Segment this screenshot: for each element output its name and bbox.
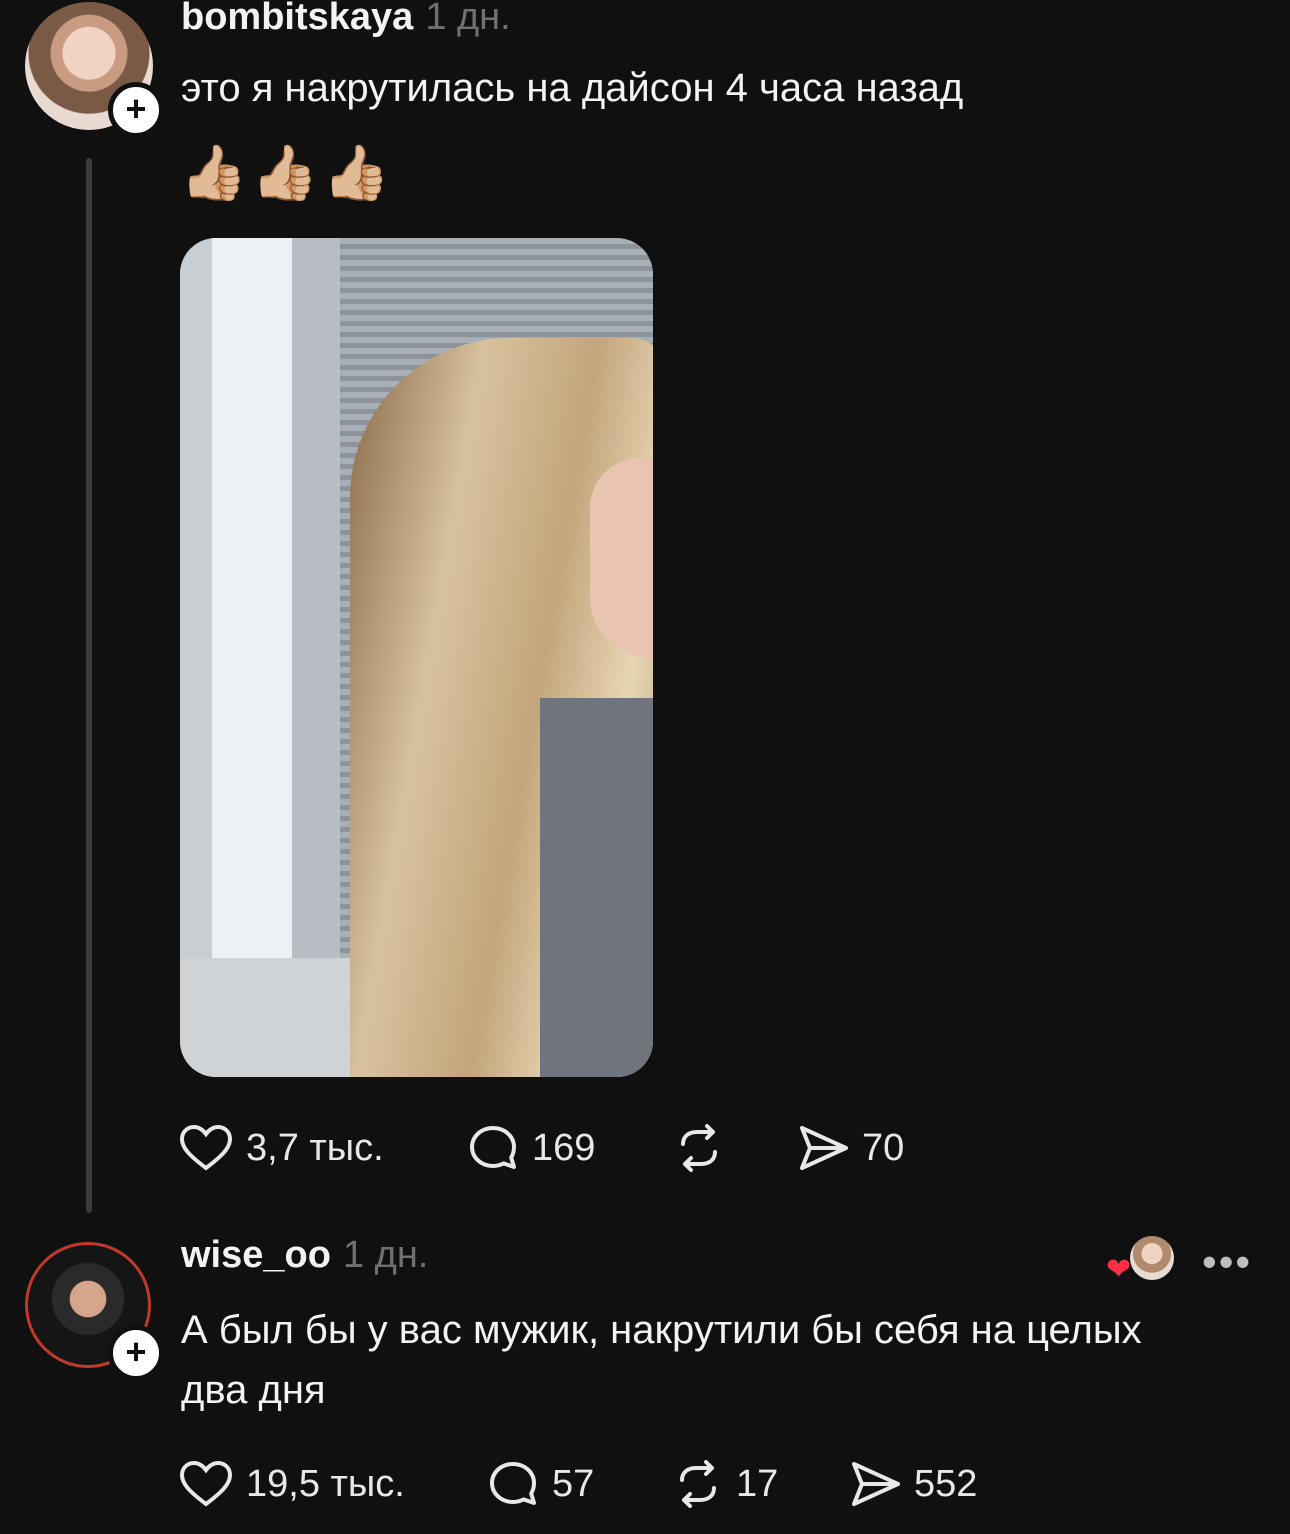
post-photo[interactable] — [180, 238, 653, 1077]
share-button[interactable]: 552 — [850, 1460, 977, 1508]
comment-button[interactable]: 169 — [468, 1124, 673, 1172]
timestamp: 1 дн. — [342, 1234, 429, 1276]
send-icon — [852, 1462, 900, 1506]
share-count: 552 — [914, 1462, 978, 1505]
share-button[interactable]: 70 — [798, 1124, 904, 1172]
more-options-icon[interactable]: ••• — [1202, 1238, 1252, 1286]
author-liked-avatar — [1130, 1236, 1174, 1280]
post-header: bombitskaya 1 дн. — [181, 0, 511, 39]
follow-plus-icon[interactable]: + — [108, 1325, 164, 1381]
username[interactable]: bombitskaya — [181, 0, 413, 38]
reply-actions: 19,5 тыс. 57 17 552 — [180, 1456, 977, 1512]
like-button[interactable]: 3,7 тыс. — [180, 1124, 468, 1172]
timestamp: 1 дн. — [425, 0, 511, 38]
photo-shirt — [540, 698, 653, 1077]
heart-icon — [180, 1460, 232, 1507]
reply-text: А был бы у вас мужик, накрутили бы себя … — [181, 1308, 1142, 1412]
repost-button[interactable]: 17 — [672, 1460, 850, 1508]
repost-count: 17 — [736, 1462, 779, 1505]
post-actions: 3,7 тыс. 169 70 — [180, 1120, 904, 1176]
comment-count: 57 — [552, 1462, 595, 1505]
comment-count: 169 — [532, 1126, 596, 1169]
photo-face — [590, 458, 653, 658]
thumbs-up-emojis: 👍🏼👍🏼👍🏼 — [180, 143, 394, 203]
like-count: 3,7 тыс. — [246, 1126, 384, 1169]
share-count: 70 — [862, 1126, 905, 1169]
thread-line — [86, 158, 92, 1213]
heart-icon — [180, 1124, 232, 1171]
comment-icon — [470, 1126, 516, 1169]
photo-window-frame — [180, 238, 340, 1077]
repost-button[interactable] — [673, 1124, 798, 1172]
follow-plus-icon[interactable]: + — [108, 82, 164, 138]
like-count: 19,5 тыс. — [246, 1462, 405, 1505]
username[interactable]: wise_oo — [181, 1234, 331, 1276]
comment-icon — [490, 1462, 536, 1505]
post-text: это я накрутилась на дайсон 4 часа назад — [181, 66, 964, 110]
comment-button[interactable]: 57 — [488, 1460, 672, 1508]
heart-icon: ❤ — [1106, 1253, 1132, 1286]
repost-icon — [681, 1124, 717, 1172]
repost-icon — [680, 1460, 716, 1508]
like-button[interactable]: 19,5 тыс. — [180, 1460, 488, 1508]
reply-header: wise_oo 1 дн. — [181, 1234, 428, 1277]
send-icon — [800, 1126, 848, 1170]
